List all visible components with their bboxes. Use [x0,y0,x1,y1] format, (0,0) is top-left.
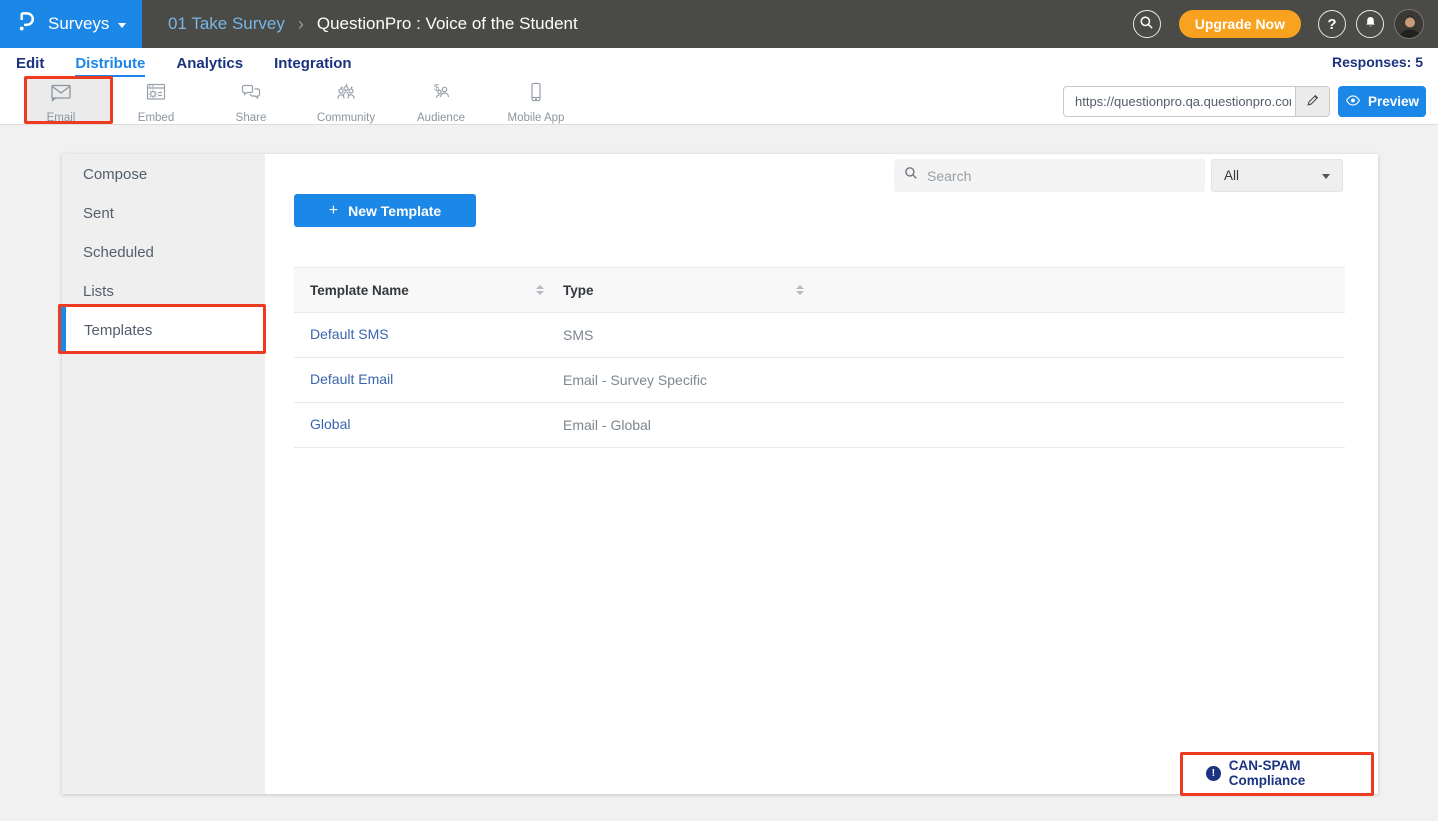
breadcrumb-separator-icon: › [298,14,304,35]
templates-table: Template Name Type Default SMS SMS De [294,267,1345,448]
table-row: Default SMS SMS [294,313,1345,358]
template-type: Email - Survey Specific [547,372,707,388]
chevron-down-icon [1322,174,1330,179]
pencil-icon [1306,93,1320,110]
table-row: Default Email Email - Survey Specific [294,358,1345,403]
preview-label: Preview [1368,94,1419,109]
questionpro-logo-icon [14,9,39,39]
topbar-actions: Upgrade Now ? [1133,0,1424,48]
templates-content: All + New Template Template Name Type [265,154,1378,794]
email-panel-card: Compose Sent Scheduled Lists Templates A… [62,154,1378,794]
toolbar-item-community[interactable]: Community [302,77,390,124]
tab-distribute[interactable]: Distribute [75,51,145,77]
toolbar-item-email[interactable]: Email [17,77,105,124]
survey-nav-tabs: Edit Distribute Analytics Integration Re… [0,48,1438,77]
new-template-label: New Template [348,203,441,219]
table-row: Global Email - Global [294,403,1345,448]
search-input[interactable] [927,168,1195,184]
new-template-button[interactable]: + New Template [294,194,476,227]
tab-integration[interactable]: Integration [274,51,352,77]
toolbar-item-audience[interactable]: $ Audience [397,77,485,124]
page-title: QuestionPro : Voice of the Student [317,14,578,34]
can-spam-compliance-link[interactable]: ! CAN-SPAM Compliance [1206,758,1378,788]
avatar[interactable] [1394,9,1424,39]
sidebar-item-sent[interactable]: Sent [62,194,265,233]
type-filter-dropdown[interactable]: All [1211,159,1343,192]
tab-edit[interactable]: Edit [16,51,44,77]
top-bar: Surveys 01 Take Survey › QuestionPro : V… [0,0,1438,48]
edit-url-button[interactable] [1295,87,1329,116]
can-spam-label: CAN-SPAM Compliance [1229,758,1378,788]
toolbar-item-label: Mobile App [508,112,565,124]
toolbar-item-label: Community [317,112,375,124]
template-type: SMS [547,327,593,343]
sidebar-item-compose[interactable]: Compose [62,155,265,194]
column-header-type: Type [563,283,594,298]
search-icon [904,166,918,185]
filter-value: All [1224,168,1239,183]
surveys-product-menu[interactable]: Surveys [0,0,142,48]
toolbar-item-embed[interactable]: Embed [112,77,200,124]
help-button[interactable]: ? [1318,10,1346,38]
toolbar-item-share[interactable]: Share [207,77,295,124]
sidebar-item-templates[interactable]: Templates [62,311,265,350]
distribute-toolbar: Email Embed Share [0,77,1438,125]
breadcrumb-survey-link[interactable]: 01 Take Survey [168,14,285,34]
toolbar-item-mobile-app[interactable]: Mobile App [492,77,580,124]
survey-url-box [1063,86,1330,117]
page-body: Compose Sent Scheduled Lists Templates A… [0,125,1438,820]
sidebar-item-lists[interactable]: Lists [62,272,265,311]
product-name: Surveys [48,14,109,34]
toolbar-item-label: Audience [417,112,465,124]
preview-button[interactable]: Preview [1338,86,1426,117]
search-icon [1139,15,1154,33]
toolbar-item-label: Email [47,112,76,124]
sidebar-item-scheduled[interactable]: Scheduled [62,233,265,272]
email-sidebar: Compose Sent Scheduled Lists Templates [62,154,265,794]
upgrade-now-button[interactable]: Upgrade Now [1179,10,1301,38]
svg-text:$: $ [434,82,440,93]
bell-icon [1363,15,1378,33]
sort-icon[interactable] [536,285,544,295]
chevron-down-icon [118,23,126,28]
app-window: Surveys 01 Take Survey › QuestionPro : V… [0,0,1438,821]
column-header-template-name: Template Name [310,283,409,298]
mobile-phone-icon [523,80,549,109]
sort-icon[interactable] [796,285,804,295]
template-link[interactable]: Global [310,416,350,432]
embed-window-icon [143,80,169,109]
envelope-icon [48,80,74,109]
search-button[interactable] [1133,10,1161,38]
plus-icon: + [329,202,338,220]
template-link[interactable]: Default SMS [310,326,389,342]
audience-dollar-icon: $ [428,80,454,109]
info-icon: ! [1206,766,1221,781]
toolbar-item-label: Embed [138,112,174,124]
breadcrumb: 01 Take Survey › QuestionPro : Voice of … [168,0,578,48]
table-header-row: Template Name Type [294,267,1345,313]
share-bubbles-icon [238,80,264,109]
survey-url-input[interactable] [1064,87,1295,116]
toolbar-item-label: Share [236,112,267,124]
template-type: Email - Global [547,417,651,433]
template-search-box [894,159,1205,192]
responses-count: Responses: 5 [1332,54,1423,70]
eye-icon [1345,94,1361,109]
notifications-button[interactable] [1356,10,1384,38]
community-people-icon [333,80,359,109]
template-link[interactable]: Default Email [310,371,393,387]
tab-analytics[interactable]: Analytics [176,51,243,77]
